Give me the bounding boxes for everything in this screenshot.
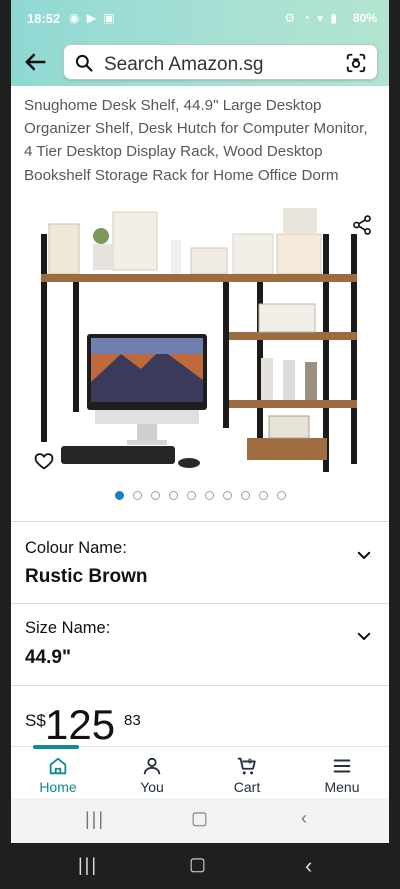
carousel-dot[interactable] [186,491,196,500]
back-icon[interactable]: ‹ [301,808,307,829]
heart-icon[interactable] [33,450,55,472]
product-image [41,208,357,472]
search-icon [75,54,93,72]
notification-icons: ◉ ▶ ▣ [69,11,117,25]
search-bar[interactable]: Search Amazon.sg [63,44,378,80]
colour-value: Rustic Brown [25,566,148,587]
colour-label: Colour Name: [25,539,127,557]
product-title: Snughome Desk Shelf, 44.9" Large Desktop… [24,97,368,184]
carousel-dot[interactable] [132,491,142,500]
system-nav-bar: ||| ▢ ‹ [11,798,389,843]
price-whole: 125 [45,701,116,748]
chevron-down-icon[interactable] [355,546,373,564]
share-icon[interactable] [351,214,373,236]
carousel-dot[interactable] [258,491,268,500]
carousel-dot[interactable] [222,491,232,500]
nav-menu[interactable]: Menu [295,747,389,799]
system-status-icons: ⚙ ◔ ▾ ▮ [284,11,339,25]
product-image-carousel[interactable] [11,204,389,484]
size-label: Size Name: [25,619,111,637]
menu-icon [333,759,351,773]
camera-search-icon[interactable] [345,52,367,74]
colour-selector[interactable]: Colour Name: Rustic Brown [11,522,389,602]
price-fraction: 83 [124,712,141,729]
back-icon[interactable]: ‹ [305,853,312,879]
status-time: 18:52 [27,11,61,26]
recent-apps-icon[interactable]: ||| [85,809,105,830]
carousel-dots [11,491,389,503]
recent-apps-icon[interactable]: ||| [78,855,98,876]
carousel-dot[interactable] [168,491,178,500]
cart-icon: 0 [237,756,256,775]
nav-home-label: Home [39,779,77,795]
header: Search Amazon.sg [11,38,389,86]
home-button-icon[interactable]: ▢ [189,854,206,875]
carousel-dot[interactable] [240,491,250,500]
nav-cart[interactable]: 0 Cart [200,747,294,799]
nav-you[interactable]: You [105,747,199,799]
price-currency: S$ [25,711,46,730]
chevron-down-icon[interactable] [355,627,373,645]
cart-count: 0 [248,756,252,765]
status-bar: 18:52 ◉ ▶ ▣ ⚙ ◔ ▾ ▮ 80% [11,0,389,38]
home-icon [49,757,67,775]
carousel-dot[interactable] [114,491,124,500]
search-input[interactable]: Search Amazon.sg [104,54,263,76]
nav-cart-label: Cart [233,779,261,795]
carousel-dot[interactable] [150,491,160,500]
nav-home[interactable]: Home [11,747,105,799]
size-value: 44.9" [25,647,71,668]
nav-you-label: You [140,779,164,795]
divider [11,685,389,686]
size-selector[interactable]: Size Name: 44.9" [11,604,389,684]
product-title-area: Snughome Desk Shelf, 44.9" Large Desktop… [24,86,379,204]
home-button-icon[interactable]: ▢ [191,808,208,829]
carousel-dot[interactable] [276,491,286,500]
outer-nav-bar: ||| ▢ ‹ [0,843,400,889]
carousel-dot[interactable] [204,491,214,500]
app-screen: 18:52 ◉ ▶ ▣ ⚙ ◔ ▾ ▮ 80% Search Amazon.sg… [11,0,389,843]
back-arrow-icon[interactable] [21,48,49,76]
nav-menu-label: Menu [324,779,360,795]
battery-level: 80% [352,11,377,25]
bottom-nav: Home You 0 Cart Menu [11,745,389,799]
title-scroll-remnant [24,86,379,92]
person-icon [143,757,161,775]
